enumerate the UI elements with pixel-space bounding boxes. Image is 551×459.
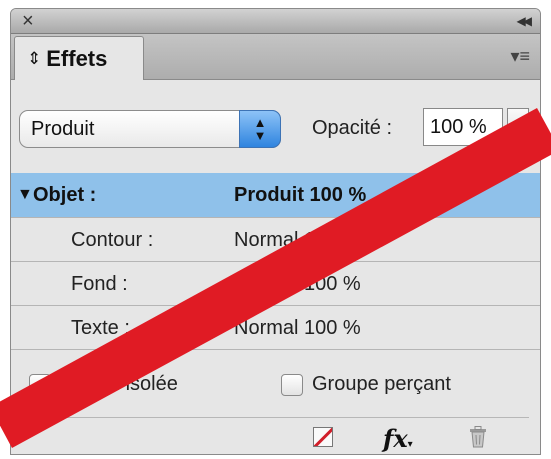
updown-arrows-icon: ⇕	[27, 48, 42, 68]
knockout-group-label: Groupe perçant	[312, 373, 451, 395]
fx-label: fx	[383, 424, 408, 453]
panel-tab-row: ⇕ Effets ▾≡	[11, 34, 540, 80]
trash-icon[interactable]	[469, 426, 487, 448]
panel-footer: fx▾	[31, 417, 529, 454]
blend-controls: Produit ▲ ▼ Opacité : 100 % ▶	[11, 80, 540, 182]
tab-label: Effets	[46, 45, 108, 71]
clear-effects-icon[interactable]	[313, 427, 333, 447]
row-value: Normal 100 %	[234, 317, 361, 339]
select-stepper-icon[interactable]: ▲ ▼	[239, 110, 281, 148]
blend-mode-value: Produit	[31, 118, 95, 140]
isolate-blending-label: Fusion isolée	[60, 373, 178, 395]
row-value: Produit 100 %	[234, 184, 367, 206]
fx-icon[interactable]: fx▾	[383, 424, 413, 453]
double-chevron-icon[interactable]: ◀◀	[517, 13, 533, 29]
opacity-label: Opacité :	[312, 117, 393, 139]
effects-panel: × ◀◀ ⇕ Effets ▾≡ Produit ▲ ▼ Opacité : 10…	[10, 8, 541, 455]
knockout-group-checkbox[interactable]: Groupe perçant	[281, 373, 451, 396]
blend-options: Fusion isolée Groupe perçant	[11, 363, 540, 409]
disclosure-triangle-icon[interactable]: ▼	[17, 187, 33, 203]
blend-mode-select[interactable]: Produit ▲ ▼	[19, 110, 281, 148]
tab-effets[interactable]: ⇕ Effets	[14, 36, 144, 80]
opacity-slider-arrow-icon[interactable]: ▶	[507, 108, 529, 146]
row-label: Contour :	[71, 229, 154, 251]
row-value: Normal 100 %	[234, 229, 361, 251]
close-icon[interactable]: ×	[22, 10, 34, 32]
list-item-fond[interactable]: Fond : Normal 100 %	[11, 262, 540, 306]
checkbox-box[interactable]	[29, 373, 51, 396]
panel-menu-icon[interactable]: ▾≡	[510, 46, 530, 67]
effects-target-list: ▼ Objet : Produit 100 % Contour : Normal…	[11, 173, 540, 350]
row-label: Fond :	[71, 273, 128, 295]
row-label: Texte :	[71, 317, 130, 339]
opacity-input[interactable]: 100 %	[423, 108, 503, 146]
isolate-blending-checkbox[interactable]: Fusion isolée	[29, 373, 178, 396]
checkbox-box[interactable]	[281, 373, 303, 396]
list-item-texte[interactable]: Texte : Normal 100 %	[11, 306, 540, 350]
row-label: Objet :	[33, 184, 97, 206]
row-value: Normal 100 %	[234, 273, 361, 295]
list-item-objet[interactable]: ▼ Objet : Produit 100 %	[11, 173, 540, 218]
panel-titlebar: × ◀◀	[11, 9, 540, 34]
list-item-contour[interactable]: Contour : Normal 100 %	[11, 218, 540, 262]
